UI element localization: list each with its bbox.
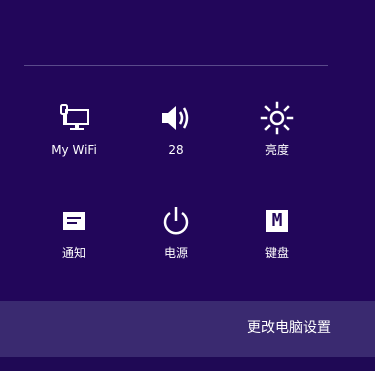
speaker-icon [128,98,224,138]
brightness-button[interactable]: 亮度 [229,98,325,178]
keyboard-label: 键盘 [264,246,289,260]
network-button[interactable]: My WiFi [26,98,122,178]
power-label: 电源 [163,246,188,260]
change-pc-settings-link[interactable]: 更改电脑设置 [247,318,331,338]
change-pc-settings-bar[interactable]: 更改电脑设置 [0,301,375,357]
volume-label: 28 [168,143,184,157]
bottom-strip [0,357,375,371]
power-button[interactable]: 电源 [128,201,224,281]
brightness-sun-icon [229,98,325,138]
notification-icon [26,201,122,241]
brightness-label: 亮度 [264,143,289,157]
network-label: My WiFi [51,143,97,157]
keyboard-icon: M [229,201,325,241]
power-icon [128,201,224,241]
keyboard-button[interactable]: M 键盘 [229,201,325,281]
keyboard-glyph: M [266,210,288,232]
notifications-button[interactable]: 通知 [26,201,122,281]
divider [24,65,328,66]
volume-button[interactable]: 28 [128,98,224,178]
monitor-network-icon [26,98,122,138]
notifications-label: 通知 [61,246,86,260]
